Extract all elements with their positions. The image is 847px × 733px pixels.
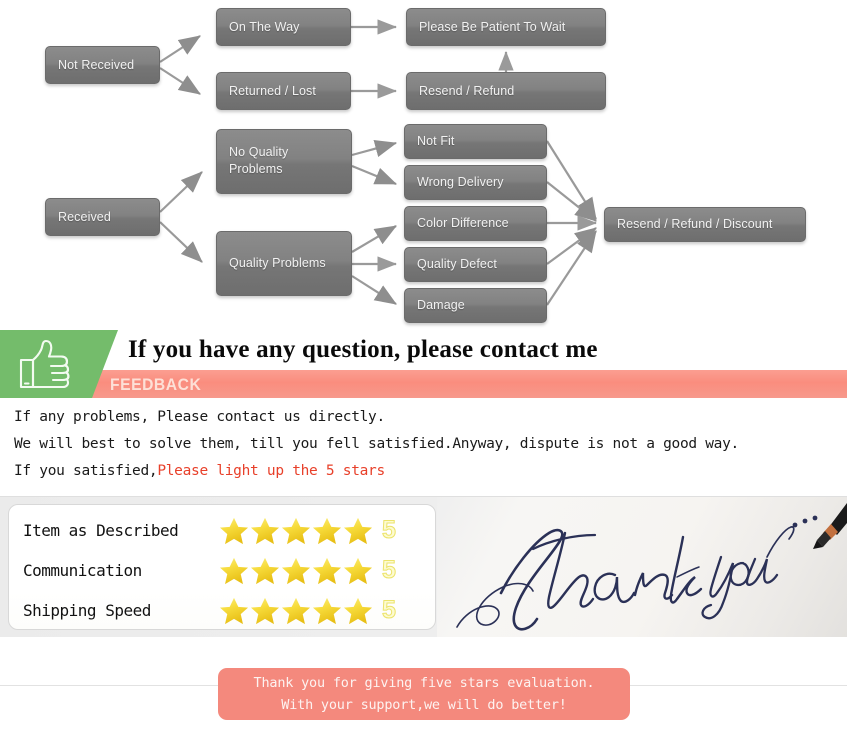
bottom-area: Thank you for giving five stars evaluati… bbox=[0, 637, 847, 733]
star-icon bbox=[250, 557, 280, 584]
flow-node-label: Quality Defect bbox=[417, 257, 497, 272]
feedback-badge: FEEDBACK bbox=[110, 374, 202, 394]
flow-node-label: Color Difference bbox=[417, 216, 509, 231]
page-title: If you have any question, please contact… bbox=[128, 336, 598, 363]
rating-stars bbox=[219, 516, 373, 545]
flow-node-label: On The Way bbox=[229, 19, 300, 34]
star-icon bbox=[219, 557, 249, 584]
flow-node-wrong-delivery: Wrong Delivery bbox=[404, 165, 547, 200]
flow-node-label: Wrong Delivery bbox=[417, 175, 504, 190]
flow-node-color-difference: Color Difference bbox=[404, 206, 547, 241]
rating-panel: Item as Described 5 Communication 5 Ship… bbox=[0, 496, 847, 638]
star-icon bbox=[312, 517, 342, 544]
rating-card: Item as Described 5 Communication 5 Ship… bbox=[8, 504, 436, 630]
rating-score: 5 bbox=[382, 515, 397, 544]
star-icon bbox=[343, 557, 373, 584]
star-icon bbox=[281, 597, 311, 624]
thank-you-script bbox=[456, 503, 847, 631]
star-icon bbox=[219, 597, 249, 624]
feedback-line-3: If you satisfied,Please light up the 5 s… bbox=[14, 458, 834, 485]
flow-node-returned-lost: Returned / Lost bbox=[216, 72, 351, 110]
flow-node-label: Please Be Patient To Wait bbox=[419, 19, 566, 34]
flow-node-label: Returned / Lost bbox=[229, 83, 316, 98]
banner-line-1: Thank you for giving five stars evaluati… bbox=[253, 675, 595, 691]
feedback-body-text: If any problems, Please contact us direc… bbox=[14, 404, 834, 485]
star-icon bbox=[343, 517, 373, 544]
flow-node-not-fit: Not Fit bbox=[404, 124, 547, 159]
flow-node-received: Received bbox=[45, 198, 160, 236]
feedback-header: If you have any question, please contact… bbox=[0, 330, 847, 398]
rating-score: 5 bbox=[382, 555, 397, 584]
star-icon bbox=[343, 597, 373, 624]
star-icon bbox=[312, 597, 342, 624]
thank-you-banner: Thank you for giving five stars evaluati… bbox=[218, 668, 630, 720]
feedback-line-3-highlight: Please light up the 5 stars bbox=[157, 463, 385, 479]
star-icon bbox=[312, 557, 342, 584]
rating-stars bbox=[219, 556, 373, 585]
feedback-line-2: We will best to solve them, till you fel… bbox=[14, 436, 739, 452]
flow-node-damage: Damage bbox=[404, 288, 547, 323]
order-issue-flowchart: Not Received On The Way Returned / Lost Ple… bbox=[0, 0, 847, 330]
flow-node-resend-discount: Resend / Refund / Discount bbox=[604, 207, 806, 242]
flow-node-quality-problems: Quality Problems bbox=[216, 231, 352, 296]
flow-node-label: Problems bbox=[229, 161, 283, 176]
flow-node-resend-refund: Resend / Refund bbox=[406, 72, 606, 110]
star-icon bbox=[281, 517, 311, 544]
flow-node-no-quality: No Quality Problems bbox=[216, 129, 352, 194]
star-icon bbox=[281, 557, 311, 584]
flow-node-please-wait: Please Be Patient To Wait bbox=[406, 8, 606, 46]
feedback-line-1: If any problems, Please contact us direc… bbox=[14, 409, 385, 425]
flow-node-label: Quality Problems bbox=[229, 256, 326, 271]
rating-score: 5 bbox=[382, 595, 397, 624]
flow-node-quality-defect: Quality Defect bbox=[404, 247, 547, 282]
rating-row: Item as Described 5 bbox=[9, 509, 437, 551]
banner-line-2: With your support,we will do better! bbox=[281, 697, 567, 713]
flow-node-label: Resend / Refund bbox=[419, 83, 515, 98]
flow-node-label: Received bbox=[58, 209, 111, 224]
star-icon bbox=[250, 517, 280, 544]
rating-row: Shipping Speed 5 bbox=[9, 589, 437, 631]
fountain-pen-icon bbox=[813, 503, 847, 549]
flow-node-on-the-way: On The Way bbox=[216, 8, 351, 46]
flow-node-label: Damage bbox=[417, 298, 465, 313]
thumbs-up-icon bbox=[19, 339, 70, 389]
rating-label: Item as Described bbox=[23, 520, 179, 540]
rating-row: Communication 5 bbox=[9, 549, 437, 591]
star-icon bbox=[250, 597, 280, 624]
flow-node-label: No Quality bbox=[229, 145, 289, 159]
rating-stars bbox=[219, 596, 373, 625]
flow-node-label: Not Received bbox=[58, 57, 135, 72]
flow-node-label: Resend / Refund / Discount bbox=[617, 217, 773, 232]
rating-label: Shipping Speed bbox=[23, 600, 151, 620]
flow-node-not-received: Not Received bbox=[45, 46, 160, 84]
rating-label: Communication bbox=[23, 560, 142, 580]
thank-you-image bbox=[437, 497, 847, 638]
feedback-line-3-plain: If you satisfied, bbox=[14, 463, 158, 479]
star-icon bbox=[219, 517, 249, 544]
flow-node-label: Not Fit bbox=[417, 134, 455, 149]
